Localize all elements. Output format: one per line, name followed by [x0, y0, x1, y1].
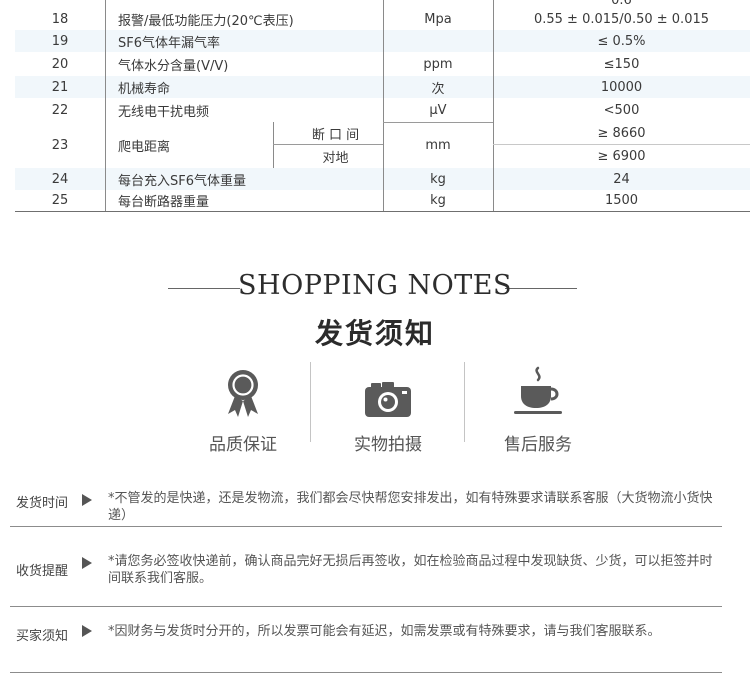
cell-no: 23	[51, 137, 69, 153]
cell-unit: kg	[430, 171, 446, 187]
note-label: 发货时间	[16, 496, 69, 511]
spec-table: 0.6 18 报警/最低功能压力(20℃表压) Mpa 0.55 ± 0.015…	[15, 0, 750, 212]
cell-name: 报警/最低功能压力(20℃表压)	[118, 13, 294, 29]
service-label: 品质保证	[209, 435, 277, 455]
cell-value: 24	[613, 171, 630, 187]
play-arrow-icon	[82, 625, 92, 637]
service-photos: 实物拍摄	[318, 362, 458, 455]
table-divider	[493, 0, 494, 212]
table-divider	[383, 0, 384, 212]
coffee-cup-icon	[514, 366, 562, 414]
note-item-buyer-notice: 买家须知 *因财务与发货时分开的，所以发票可能会有延迟，如需发票或有特殊要求，请…	[16, 623, 726, 645]
cell-value: 0.55 ± 0.015/0.50 ± 0.015	[533, 11, 710, 27]
cell-name: 每台断路器重量	[118, 195, 210, 210]
cell-value: ≤150	[603, 56, 640, 72]
cell-value: <500	[603, 102, 640, 118]
cell-sub-label: 对地	[322, 151, 349, 166]
cell-name: 爬电距离	[118, 139, 171, 155]
award-ribbon-icon	[228, 370, 258, 417]
table-divider	[105, 0, 106, 212]
cell-unit: Mpa	[424, 11, 452, 27]
chinese-title: 发货须知	[314, 317, 435, 350]
note-text: *请您务必签收快递前，确认商品完好无损后再签收，如在检验商品过程中发现缺货、少货…	[108, 554, 713, 586]
cell-unit: ppm	[423, 56, 453, 72]
play-arrow-icon	[82, 557, 92, 569]
cell-no: 19	[51, 33, 69, 49]
note-divider	[10, 672, 722, 673]
notes-header: SHOPPING NOTES	[0, 270, 750, 301]
cell-unit: kg	[430, 193, 446, 208]
cell-unit	[383, 30, 493, 52]
service-after-sales: 售后服务	[468, 362, 608, 455]
cell-value: 10000	[600, 79, 643, 95]
service-quality: 品质保证	[173, 362, 313, 455]
table-divider	[493, 144, 750, 145]
cell-name: 机械寿命	[118, 81, 171, 97]
cell-name: 每台充入SF6气体重量	[118, 173, 247, 189]
cell-no: 25	[51, 193, 69, 208]
camera-icon	[365, 382, 411, 417]
note-label: 买家须知	[16, 629, 69, 644]
note-text: *不管发的是快递，还是发物流，我们都会尽快帮您安排发出，如有特殊要求请联系客服（…	[108, 491, 713, 523]
cell-sub-label: 断 口 间	[311, 127, 360, 143]
note-divider	[10, 606, 722, 607]
note-label: 收货提醒	[16, 564, 69, 579]
play-arrow-icon	[82, 494, 92, 506]
table-divider	[383, 122, 493, 123]
table-bottom-border	[15, 211, 750, 212]
cell-value: 0.6	[611, 0, 632, 8]
cell-unit: μV	[429, 102, 447, 118]
service-separator	[464, 362, 465, 442]
cell-name: 无线电干扰电频	[118, 104, 210, 120]
cell-value: 1500	[604, 193, 639, 208]
cell-value: ≥ 6900	[597, 149, 646, 164]
cell-no: 18	[51, 11, 69, 27]
cell-value: ≥ 8660	[597, 125, 646, 141]
cell-unit: 次	[431, 81, 445, 97]
note-item-shipping-time: 发货时间 *不管发的是快递，还是发物流，我们都会尽快帮您安排发出，如有特殊要求请…	[16, 490, 726, 526]
service-separator	[310, 362, 311, 442]
cell-no: 22	[51, 102, 69, 118]
cell-name: 气体水分含量(V/V)	[118, 58, 229, 74]
cell-name: SF6气体年漏气率	[118, 35, 221, 51]
service-label: 售后服务	[504, 435, 572, 455]
service-label: 实物拍摄	[354, 435, 422, 455]
cell-unit: mm	[425, 137, 451, 153]
note-divider	[10, 526, 722, 527]
english-title: SHOPPING NOTES	[238, 270, 512, 301]
table-divider	[273, 144, 383, 145]
cell-no: 24	[51, 171, 69, 187]
cell-no: 20	[51, 56, 69, 72]
note-item-receipt-reminder: 收货提醒 *请您务必签收快递前，确认商品完好无损后再签收，如在检验商品过程中发现…	[16, 551, 726, 591]
table-divider	[273, 122, 274, 168]
cell-value: ≤ 0.5%	[597, 33, 646, 49]
note-text: *因财务与发货时分开的，所以发票可能会有延迟，如需发票或有特殊要求，请与我们客服…	[108, 624, 661, 639]
cell-no: 21	[51, 79, 69, 95]
